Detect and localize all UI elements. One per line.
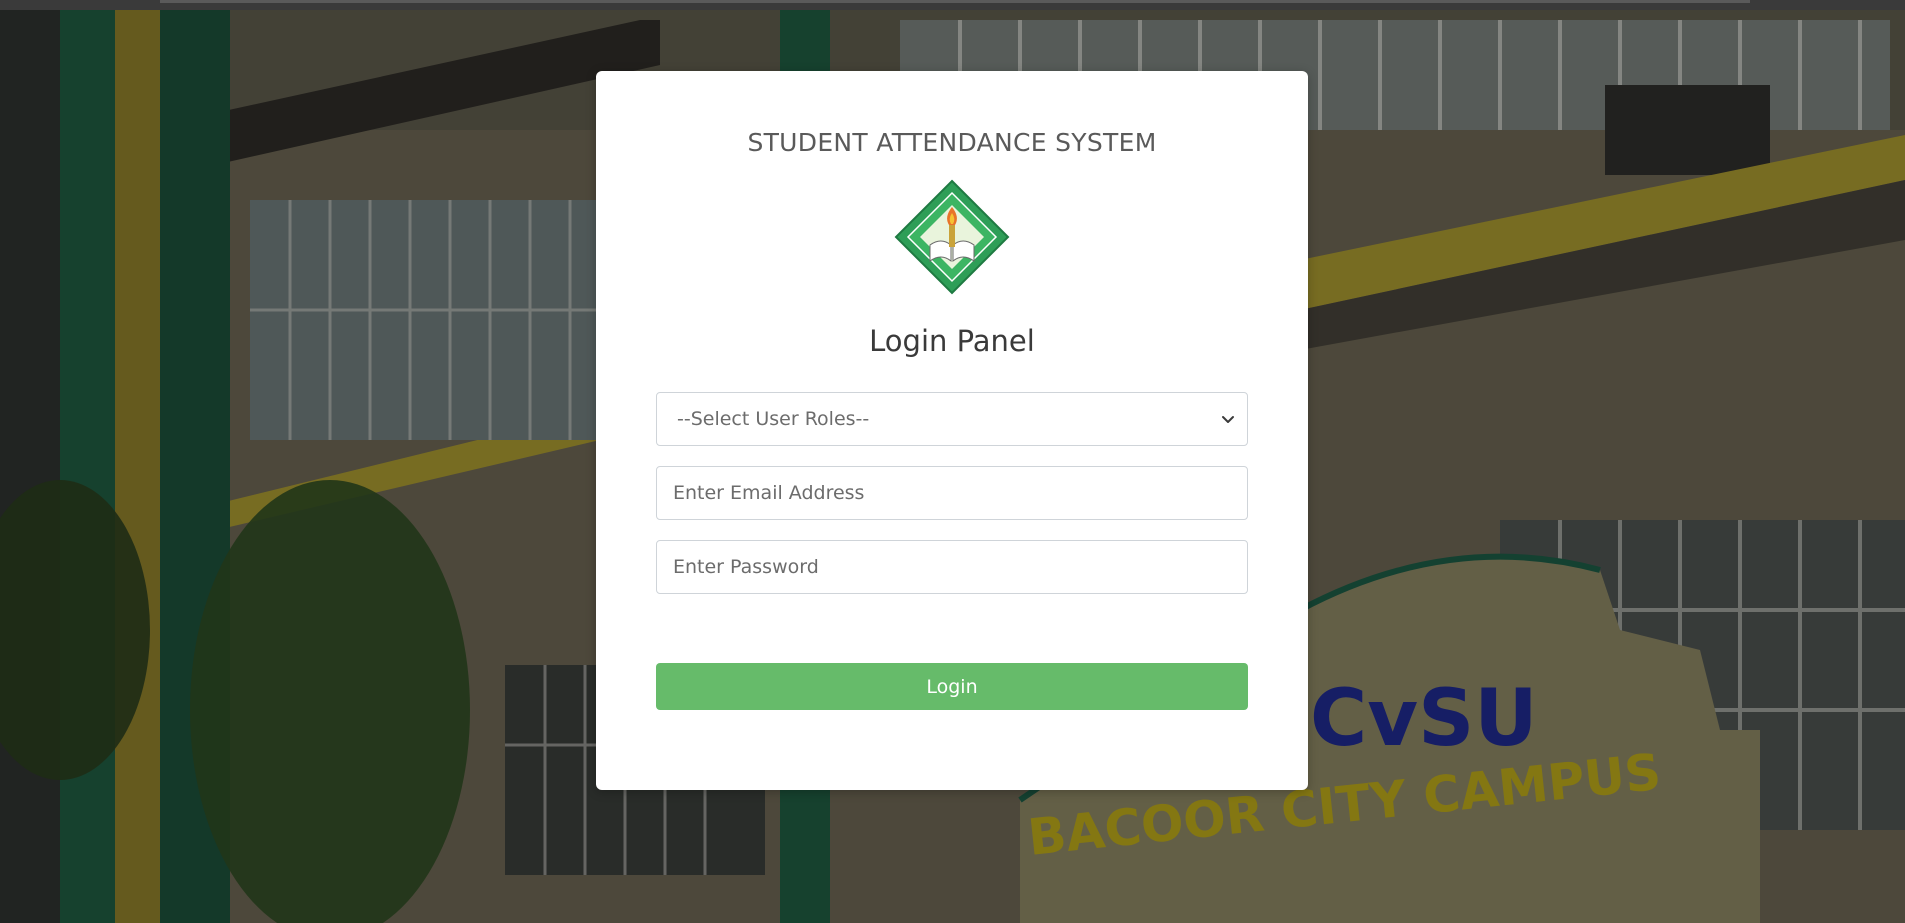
email-placeholder: Enter Email Address xyxy=(673,482,865,504)
login-button[interactable]: Login xyxy=(656,663,1248,710)
university-seal-icon xyxy=(894,179,1010,295)
password-field[interactable]: Enter Password xyxy=(656,540,1248,594)
top-bar-strip xyxy=(160,0,1750,3)
password-placeholder: Enter Password xyxy=(673,556,819,578)
chevron-down-icon xyxy=(1222,416,1234,423)
system-title: STUDENT ATTENDANCE SYSTEM xyxy=(747,128,1157,157)
email-field[interactable]: Enter Email Address xyxy=(656,466,1248,520)
login-card: STUDENT ATTENDANCE SYSTEM Login Panel --… xyxy=(596,71,1308,790)
login-page: CvSU BACOOR CITY CAMPUS STUDENT ATTENDAN… xyxy=(0,0,1905,923)
login-panel-title: Login Panel xyxy=(869,324,1035,358)
user-role-select[interactable]: --Select User Roles-- xyxy=(656,392,1248,446)
top-bar xyxy=(0,0,1905,10)
user-role-selected: --Select User Roles-- xyxy=(677,408,870,430)
